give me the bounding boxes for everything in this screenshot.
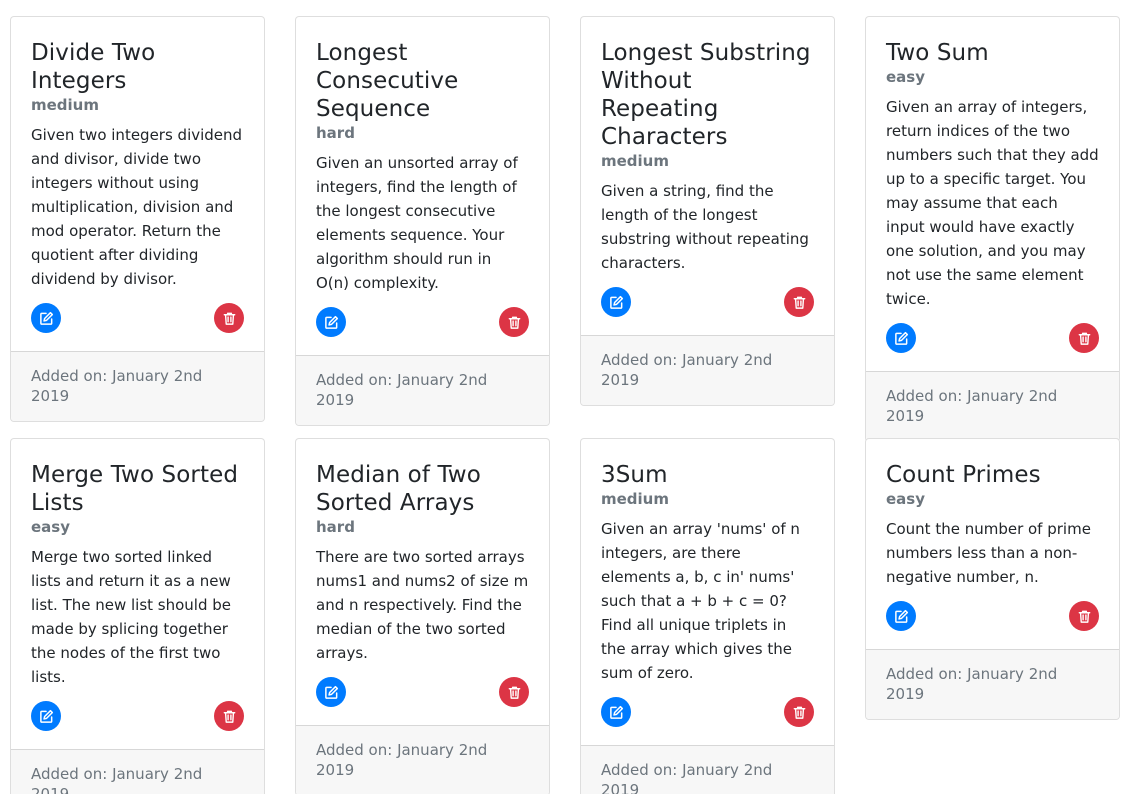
problem-title: Two Sum	[886, 40, 989, 66]
trash-icon	[792, 295, 807, 310]
edit-icon	[324, 315, 339, 330]
card-body: Longest Consecutive Sequence hard Given …	[296, 17, 549, 355]
problem-title: Divide Two Integers	[31, 40, 156, 94]
delete-button[interactable]	[784, 287, 814, 317]
difficulty-label: easy	[31, 518, 71, 536]
problem-card: Merge Two Sorted Lists easy Merge two so…	[10, 438, 265, 794]
added-on-footer: Added on: January 2nd 2019	[866, 649, 1119, 719]
difficulty-label: easy	[886, 68, 926, 86]
edit-icon	[609, 295, 624, 310]
problem-description: Given two integers dividend and divisor,…	[31, 126, 243, 288]
card-actions	[601, 697, 814, 727]
trash-icon	[222, 311, 237, 326]
problem-card: Longest Consecutive Sequence hard Given …	[295, 16, 550, 426]
problem-description: Given an array of integers, return indic…	[886, 98, 1099, 308]
problem-card-grid: Divide Two Integers medium Given two int…	[0, 0, 1135, 794]
card-body: Longest Substring Without Repeating Char…	[581, 17, 834, 335]
card-body: Count Primes easy Count the number of pr…	[866, 439, 1119, 649]
edit-button[interactable]	[601, 697, 631, 727]
delete-button[interactable]	[214, 701, 244, 731]
card-actions	[31, 701, 244, 731]
card-actions	[316, 307, 529, 337]
added-on-footer: Added on: January 2nd 2019	[296, 355, 549, 425]
edit-button[interactable]	[886, 323, 916, 353]
difficulty-label: hard	[316, 518, 355, 536]
problem-description: Given a string, find the length of the l…	[601, 182, 809, 272]
card-body: Median of Two Sorted Arrays hard There a…	[296, 439, 549, 725]
problem-description: Merge two sorted linked lists and return…	[31, 548, 232, 686]
trash-icon	[507, 685, 522, 700]
difficulty-label: medium	[31, 96, 99, 114]
card-actions	[31, 303, 244, 333]
card-body: 3Sum medium Given an array 'nums' of n i…	[581, 439, 834, 745]
edit-button[interactable]	[886, 601, 916, 631]
edit-button[interactable]	[601, 287, 631, 317]
edit-icon	[894, 331, 909, 346]
edit-icon	[324, 685, 339, 700]
added-on-footer: Added on: January 2nd 2019	[581, 335, 834, 405]
edit-icon	[39, 709, 54, 724]
card-body: Divide Two Integers medium Given two int…	[11, 17, 264, 351]
added-on-footer: Added on: January 2nd 2019	[866, 371, 1119, 441]
trash-icon	[507, 315, 522, 330]
trash-icon	[792, 705, 807, 720]
trash-icon	[222, 709, 237, 724]
added-on-footer: Added on: January 2nd 2019	[296, 725, 549, 794]
problem-title: Merge Two Sorted Lists	[31, 462, 239, 516]
edit-button[interactable]	[31, 303, 61, 333]
edit-button[interactable]	[31, 701, 61, 731]
edit-icon	[894, 609, 909, 624]
difficulty-label: easy	[886, 490, 926, 508]
edit-button[interactable]	[316, 307, 346, 337]
delete-button[interactable]	[1069, 601, 1099, 631]
problem-title: Count Primes	[886, 462, 1041, 488]
difficulty-label: medium	[601, 152, 669, 170]
problem-card: Median of Two Sorted Arrays hard There a…	[295, 438, 550, 794]
delete-button[interactable]	[499, 677, 529, 707]
edit-icon	[39, 311, 54, 326]
problem-title: Longest Substring Without Repeating Char…	[601, 40, 811, 150]
problem-card: Divide Two Integers medium Given two int…	[10, 16, 265, 422]
problem-card: 3Sum medium Given an array 'nums' of n i…	[580, 438, 835, 794]
problem-title: Median of Two Sorted Arrays	[316, 462, 481, 516]
added-on-footer: Added on: January 2nd 2019	[11, 351, 264, 421]
card-actions	[886, 601, 1099, 631]
card-actions	[886, 323, 1099, 353]
difficulty-label: medium	[601, 490, 669, 508]
card-body: Merge Two Sorted Lists easy Merge two so…	[11, 439, 264, 749]
card-actions	[316, 677, 529, 707]
added-on-footer: Added on: January 2nd 2019	[11, 749, 264, 794]
delete-button[interactable]	[214, 303, 244, 333]
delete-button[interactable]	[1069, 323, 1099, 353]
difficulty-label: hard	[316, 124, 355, 142]
problem-description: There are two sorted arrays nums1 and nu…	[316, 548, 529, 662]
edit-button[interactable]	[316, 677, 346, 707]
problem-description: Count the number of prime numbers less t…	[886, 520, 1091, 586]
problem-card: Count Primes easy Count the number of pr…	[865, 438, 1120, 720]
trash-icon	[1077, 331, 1092, 346]
edit-icon	[609, 705, 624, 720]
delete-button[interactable]	[499, 307, 529, 337]
problem-title: 3Sum	[601, 462, 668, 488]
card-body: Two Sum easy Given an array of integers,…	[866, 17, 1119, 371]
delete-button[interactable]	[784, 697, 814, 727]
problem-description: Given an array 'nums' of n integers, are…	[601, 520, 800, 682]
problem-title: Longest Consecutive Sequence	[316, 40, 459, 122]
trash-icon	[1077, 609, 1092, 624]
problem-description: Given an unsorted array of integers, fin…	[316, 154, 518, 292]
card-actions	[601, 287, 814, 317]
added-on-footer: Added on: January 2nd 2019	[581, 745, 834, 794]
problem-card: Two Sum easy Given an array of integers,…	[865, 16, 1120, 442]
problem-card: Longest Substring Without Repeating Char…	[580, 16, 835, 406]
